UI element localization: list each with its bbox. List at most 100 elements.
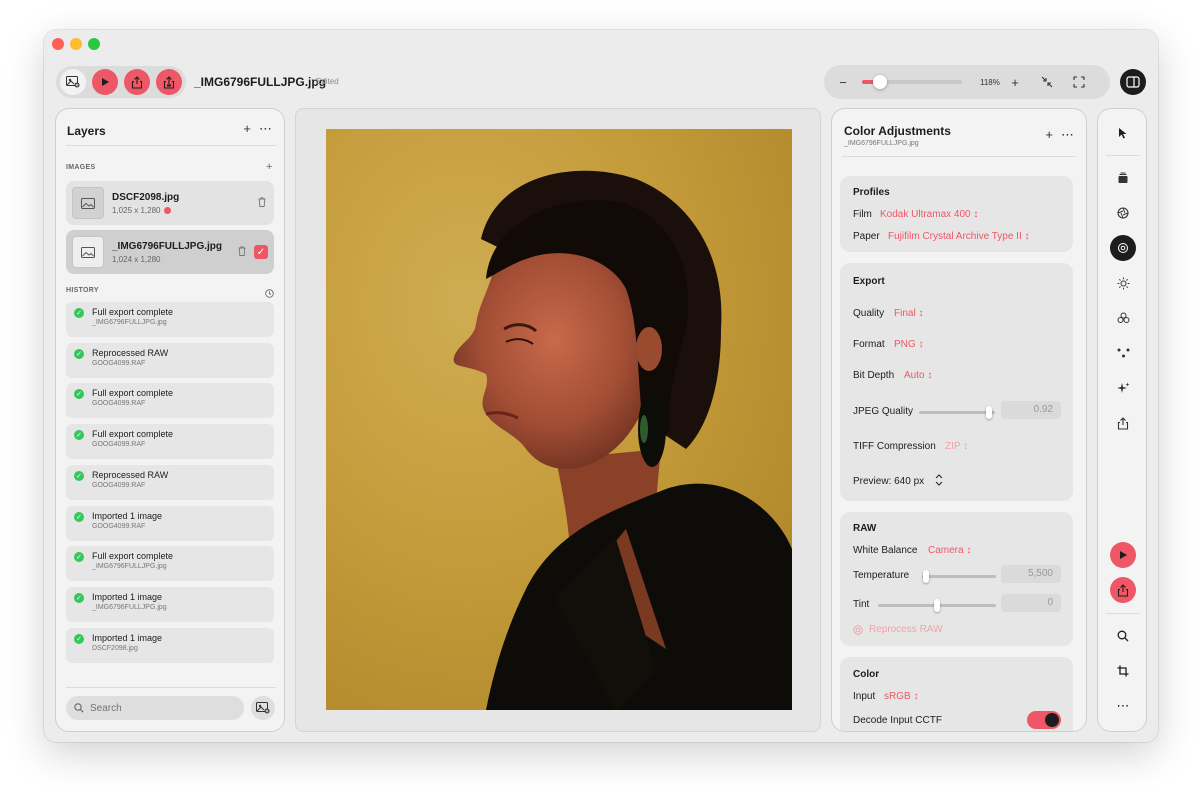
search-field[interactable] xyxy=(66,696,244,720)
minimize-window-button[interactable] xyxy=(70,38,82,50)
adjustments-header-actions: + ⋯ xyxy=(1045,127,1074,143)
delete-image-button[interactable] xyxy=(238,246,246,258)
temperature-slider[interactable] xyxy=(922,570,996,583)
add-image-button[interactable]: + xyxy=(266,161,273,173)
layers-more-button[interactable]: ⋯ xyxy=(259,121,272,137)
import-image-button[interactable] xyxy=(60,69,86,95)
fullscreen-button[interactable] xyxy=(1070,73,1088,91)
history-item[interactable]: ✓ Imported 1 image GOOG4099.RAF xyxy=(66,505,274,541)
zoom-slider-knob[interactable] xyxy=(873,75,887,89)
process-button[interactable] xyxy=(92,69,118,95)
reprocess-raw-button[interactable]: Reprocess RAW xyxy=(853,624,943,635)
jpeg-quality-slider[interactable] xyxy=(919,406,995,419)
image-size: 1,024 x 1,280 xyxy=(112,254,161,264)
history-item-title: Imported 1 image xyxy=(92,591,163,602)
checkmark-circle-icon: ✓ xyxy=(74,633,84,644)
image-item-selected[interactable]: _IMG6796FULLJPG.jpg 1,024 x 1,280 ✓ xyxy=(66,230,274,274)
history-item-title: Full export complete xyxy=(92,388,174,399)
window-controls xyxy=(52,38,100,50)
zoom-window-button[interactable] xyxy=(88,38,100,50)
image-canvas[interactable] xyxy=(295,108,821,732)
film-label: Film xyxy=(853,209,872,220)
decode-cctf-toggle[interactable] xyxy=(1027,711,1061,729)
tint-label: Tint xyxy=(853,599,870,610)
aperture-icon xyxy=(853,624,863,635)
zoom-tool-button[interactable] xyxy=(1110,623,1136,649)
checkmark-icon: ✓ xyxy=(256,246,266,258)
process-tool-button[interactable] xyxy=(1110,542,1136,568)
image-item[interactable]: DSCF2098.jpg 1,025 x 1,280 xyxy=(66,181,274,225)
tint-knob[interactable] xyxy=(934,599,940,612)
search-input[interactable] xyxy=(90,702,230,714)
format-select[interactable]: PNG ↕ xyxy=(894,339,923,350)
crop-tool-button[interactable] xyxy=(1110,658,1136,684)
checkmark-circle-icon: ✓ xyxy=(74,389,84,400)
zoom-out-button[interactable]: − xyxy=(834,73,852,91)
sidebar-toggle-button[interactable] xyxy=(1120,69,1146,95)
more-tools-button[interactable]: ⋯ xyxy=(1110,693,1136,719)
history-item[interactable]: ✓ Imported 1 image _IMG6796FULLJPG.jpg xyxy=(66,586,274,622)
search-icon xyxy=(74,703,84,713)
close-window-button[interactable] xyxy=(52,38,64,50)
share-button[interactable] xyxy=(124,69,150,95)
play-icon xyxy=(102,78,109,86)
layers-tool-button[interactable] xyxy=(1110,165,1136,191)
share-tool-button[interactable] xyxy=(1110,410,1136,436)
preview-size-stepper[interactable] xyxy=(933,472,945,489)
paper-select[interactable]: Fujifilm Crystal Archive Type II ↕ xyxy=(888,231,1030,242)
add-adjustment-button[interactable]: + xyxy=(1045,127,1053,143)
play-icon xyxy=(1120,551,1127,559)
collapse-button[interactable] xyxy=(1038,73,1056,91)
bitdepth-select[interactable]: Auto ↕ xyxy=(904,370,932,381)
portrait-photo xyxy=(326,129,792,710)
history-item[interactable]: ✓ Full export complete _IMG6796FULLJPG.jpg xyxy=(66,546,274,582)
curves-tool-button[interactable] xyxy=(1110,340,1136,366)
history-item[interactable]: ✓ Reprocessed RAW GOOG4099.RAF xyxy=(66,464,274,500)
history-item-title: Full export complete xyxy=(92,307,174,317)
export-title: Export xyxy=(853,276,885,287)
import-photo-button[interactable] xyxy=(251,696,275,720)
share-icon xyxy=(131,75,143,89)
history-item[interactable]: ✓ Full export complete GOOG4099.RAF xyxy=(66,424,274,460)
add-layer-button[interactable]: + xyxy=(243,121,251,137)
image-add-icon xyxy=(256,702,270,714)
enhance-tool-button[interactable] xyxy=(1110,375,1136,401)
history-clock-icon[interactable] xyxy=(265,285,274,303)
film-icon xyxy=(1118,243,1128,253)
trash-icon xyxy=(238,246,246,256)
temperature-knob[interactable] xyxy=(922,570,929,583)
white-balance-select[interactable]: Camera ↕ xyxy=(928,545,971,556)
export-icon xyxy=(1117,583,1129,597)
divider xyxy=(66,687,276,688)
export-tool-button[interactable] xyxy=(1110,577,1136,603)
zoom-in-button[interactable]: + xyxy=(1006,73,1024,91)
adjustments-more-button[interactable]: ⋯ xyxy=(1061,127,1074,143)
jpeg-quality-input[interactable]: 0.92 xyxy=(1001,401,1061,419)
history-item[interactable]: ✓ Full export complete _IMG6796FULLJPG.jpg xyxy=(66,302,274,337)
film-tool-button[interactable] xyxy=(1110,235,1136,261)
history-item[interactable]: ✓ Full export complete GOOG4099.RAF xyxy=(66,383,274,419)
light-tool-button[interactable] xyxy=(1110,270,1136,296)
image-checkbox[interactable]: ✓ xyxy=(254,245,268,259)
raw-title: RAW xyxy=(853,523,877,534)
quality-select[interactable]: Final ↕ xyxy=(894,308,923,319)
color-mix-tool-button[interactable] xyxy=(1110,305,1136,331)
plus-icon: + xyxy=(1011,74,1019,90)
checkmark-circle-icon: ✓ xyxy=(74,552,84,563)
film-select[interactable]: Kodak Ultramax 400 ↕ xyxy=(880,209,978,220)
input-select[interactable]: sRGB ↕ xyxy=(884,691,918,702)
tiff-compression-select[interactable]: ZIP ↕ xyxy=(945,441,968,452)
export-button[interactable] xyxy=(156,69,182,95)
select-tool-button[interactable] xyxy=(1110,120,1136,146)
history-item[interactable]: ✓ Reprocessed RAW GOOG4099.RAF xyxy=(66,342,274,378)
aperture-tool-button[interactable] xyxy=(1110,200,1136,226)
zoom-slider[interactable] xyxy=(862,75,962,89)
history-item[interactable]: ✓ Imported 1 image DSCF2098.jpg xyxy=(66,627,274,663)
jpeg-quality-knob[interactable] xyxy=(985,406,992,419)
tint-slider[interactable] xyxy=(878,599,996,612)
delete-image-button[interactable] xyxy=(258,197,266,209)
history-item-file: GOOG4099.RAF xyxy=(92,522,146,530)
tint-input[interactable]: 0 xyxy=(1001,594,1061,612)
temperature-input[interactable]: 5,500 xyxy=(1001,565,1061,583)
color-adjustments-panel: Color Adjustments _IMG6796FULLJPG.jpg + … xyxy=(831,108,1087,732)
